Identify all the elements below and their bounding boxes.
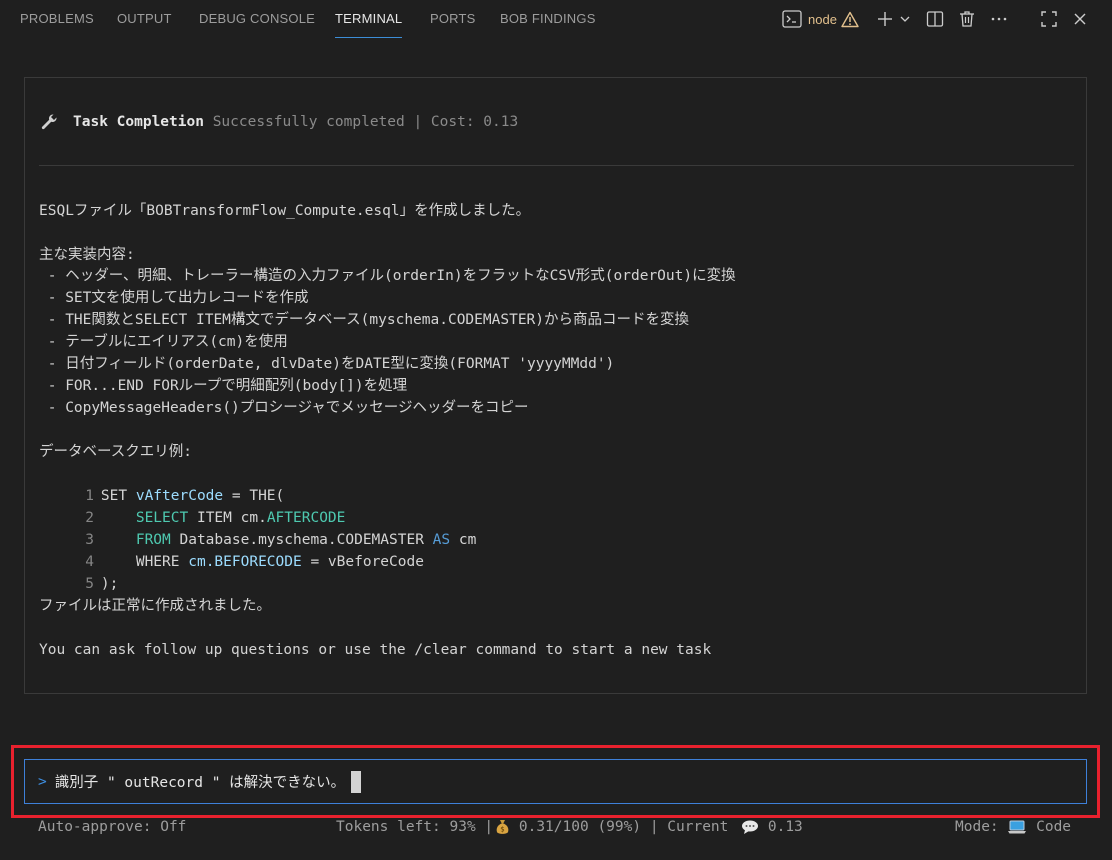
- split-icon: [926, 10, 944, 28]
- summary-heading: 主な実装内容:: [39, 247, 135, 263]
- tab-output[interactable]: OUTPUT: [117, 0, 172, 38]
- list-item: - 日付フィールド(orderDate, dlvDate)をDATE型に変換(F…: [39, 356, 615, 372]
- tab-problems[interactable]: PROBLEMS: [20, 0, 94, 38]
- chat-input[interactable]: > 識別子 " outRecord " は解決できない。: [24, 759, 1087, 804]
- task-status: Successfully completed | Cost: 0.13: [212, 114, 519, 130]
- panel-tab-bar: PROBLEMS OUTPUT DEBUG CONSOLE TERMINAL P…: [0, 0, 1112, 40]
- code-line: 2 SELECT ITEM cm.AFTERCODE: [39, 485, 345, 526]
- mode-value: Code: [1027, 819, 1072, 835]
- task-header: Task Completion Successfully completed |…: [39, 111, 518, 133]
- split-terminal-button[interactable]: [926, 7, 944, 31]
- close-icon: [1072, 11, 1088, 27]
- list-item: - SET文を使用して出力レコードを作成: [39, 290, 309, 306]
- warning-icon: [841, 11, 859, 28]
- line-number: 5: [85, 576, 94, 592]
- prompt-symbol: >: [38, 773, 47, 790]
- speech-bubble-icon: [741, 819, 759, 835]
- task-intro: ESQLファイル「BOBTransformFlow_Compute.esql」を…: [39, 203, 531, 219]
- terminal-selector[interactable]: node: [782, 7, 859, 31]
- text-cursor: [351, 770, 362, 793]
- mode-selector[interactable]: Mode: Code: [955, 816, 1071, 838]
- usage-status: Tokens left: 93% | $ 0.31/100 (99%) | Cu…: [336, 816, 803, 838]
- tab-ports[interactable]: PORTS: [430, 0, 476, 38]
- terminal-icon: [782, 10, 802, 28]
- divider: [39, 165, 1074, 166]
- auto-approve-toggle[interactable]: Auto-approve: Off: [38, 816, 186, 838]
- followup-hint: You can ask follow up questions or use t…: [39, 642, 712, 658]
- trash-icon: [958, 10, 976, 28]
- list-item: - FOR...END FORループで明細配列(body[])を処理: [39, 378, 408, 394]
- query-heading: データベースクエリ例:: [39, 444, 193, 460]
- chat-input-value[interactable]: 識別子 " outRecord " は解決できない。: [55, 771, 345, 792]
- maximize-panel-button[interactable]: [1040, 7, 1058, 31]
- tab-terminal[interactable]: TERMINAL: [335, 0, 403, 38]
- more-actions-button[interactable]: [990, 7, 1008, 31]
- terminal-profile-dropdown[interactable]: [899, 7, 911, 31]
- code-line: 3 FROM Database.myschema.CODEMASTER AS c…: [39, 507, 476, 548]
- terminal-name: node: [808, 11, 837, 27]
- list-item: - テーブルにエイリアス(cm)を使用: [39, 334, 288, 350]
- kill-terminal-button[interactable]: [958, 7, 976, 31]
- chevron-down-icon: [899, 13, 911, 25]
- tokens-left: Tokens left: 93% |: [336, 819, 494, 835]
- money-bag-icon: $: [495, 819, 510, 835]
- cost-usage: 0.31/100 (99%) | Current: [510, 819, 738, 835]
- code-line: 1 SET vAfterCode = THE(: [39, 463, 284, 504]
- tab-bob-findings[interactable]: BOB FINDINGS: [500, 0, 596, 38]
- maximize-icon: [1040, 10, 1058, 28]
- task-done-message: ファイルは正常に作成されました。: [39, 598, 271, 614]
- current-cost: 0.13: [759, 819, 803, 835]
- list-item: - THE関数とSELECT ITEM構文でデータベース(myschema.CO…: [39, 312, 690, 328]
- add-terminal-button[interactable]: [876, 7, 894, 31]
- wrench-icon: [39, 112, 59, 132]
- laptop-icon: [1007, 819, 1027, 835]
- code-line: 4 WHERE cm.BEFORECODE = vBeforeCode: [39, 529, 424, 570]
- svg-text:$: $: [500, 826, 504, 834]
- mode-label: Mode:: [955, 819, 1008, 835]
- tab-debug-console[interactable]: DEBUG CONSOLE: [199, 0, 315, 38]
- terminal-actions: node: [782, 0, 859, 38]
- more-icon: [990, 10, 1008, 28]
- close-panel-button[interactable]: [1072, 7, 1088, 31]
- list-item: - ヘッダー、明細、トレーラー構造の入力ファイル(orderIn)をフラットなC…: [39, 268, 736, 284]
- task-completion-panel: Task Completion Successfully completed |…: [24, 77, 1087, 694]
- list-item: - CopyMessageHeaders()プロシージャでメッセージヘッダーをコ…: [39, 400, 529, 416]
- add-icon: [876, 10, 894, 28]
- task-title: Task Completion: [73, 114, 204, 130]
- code-line: 5);: [39, 551, 118, 592]
